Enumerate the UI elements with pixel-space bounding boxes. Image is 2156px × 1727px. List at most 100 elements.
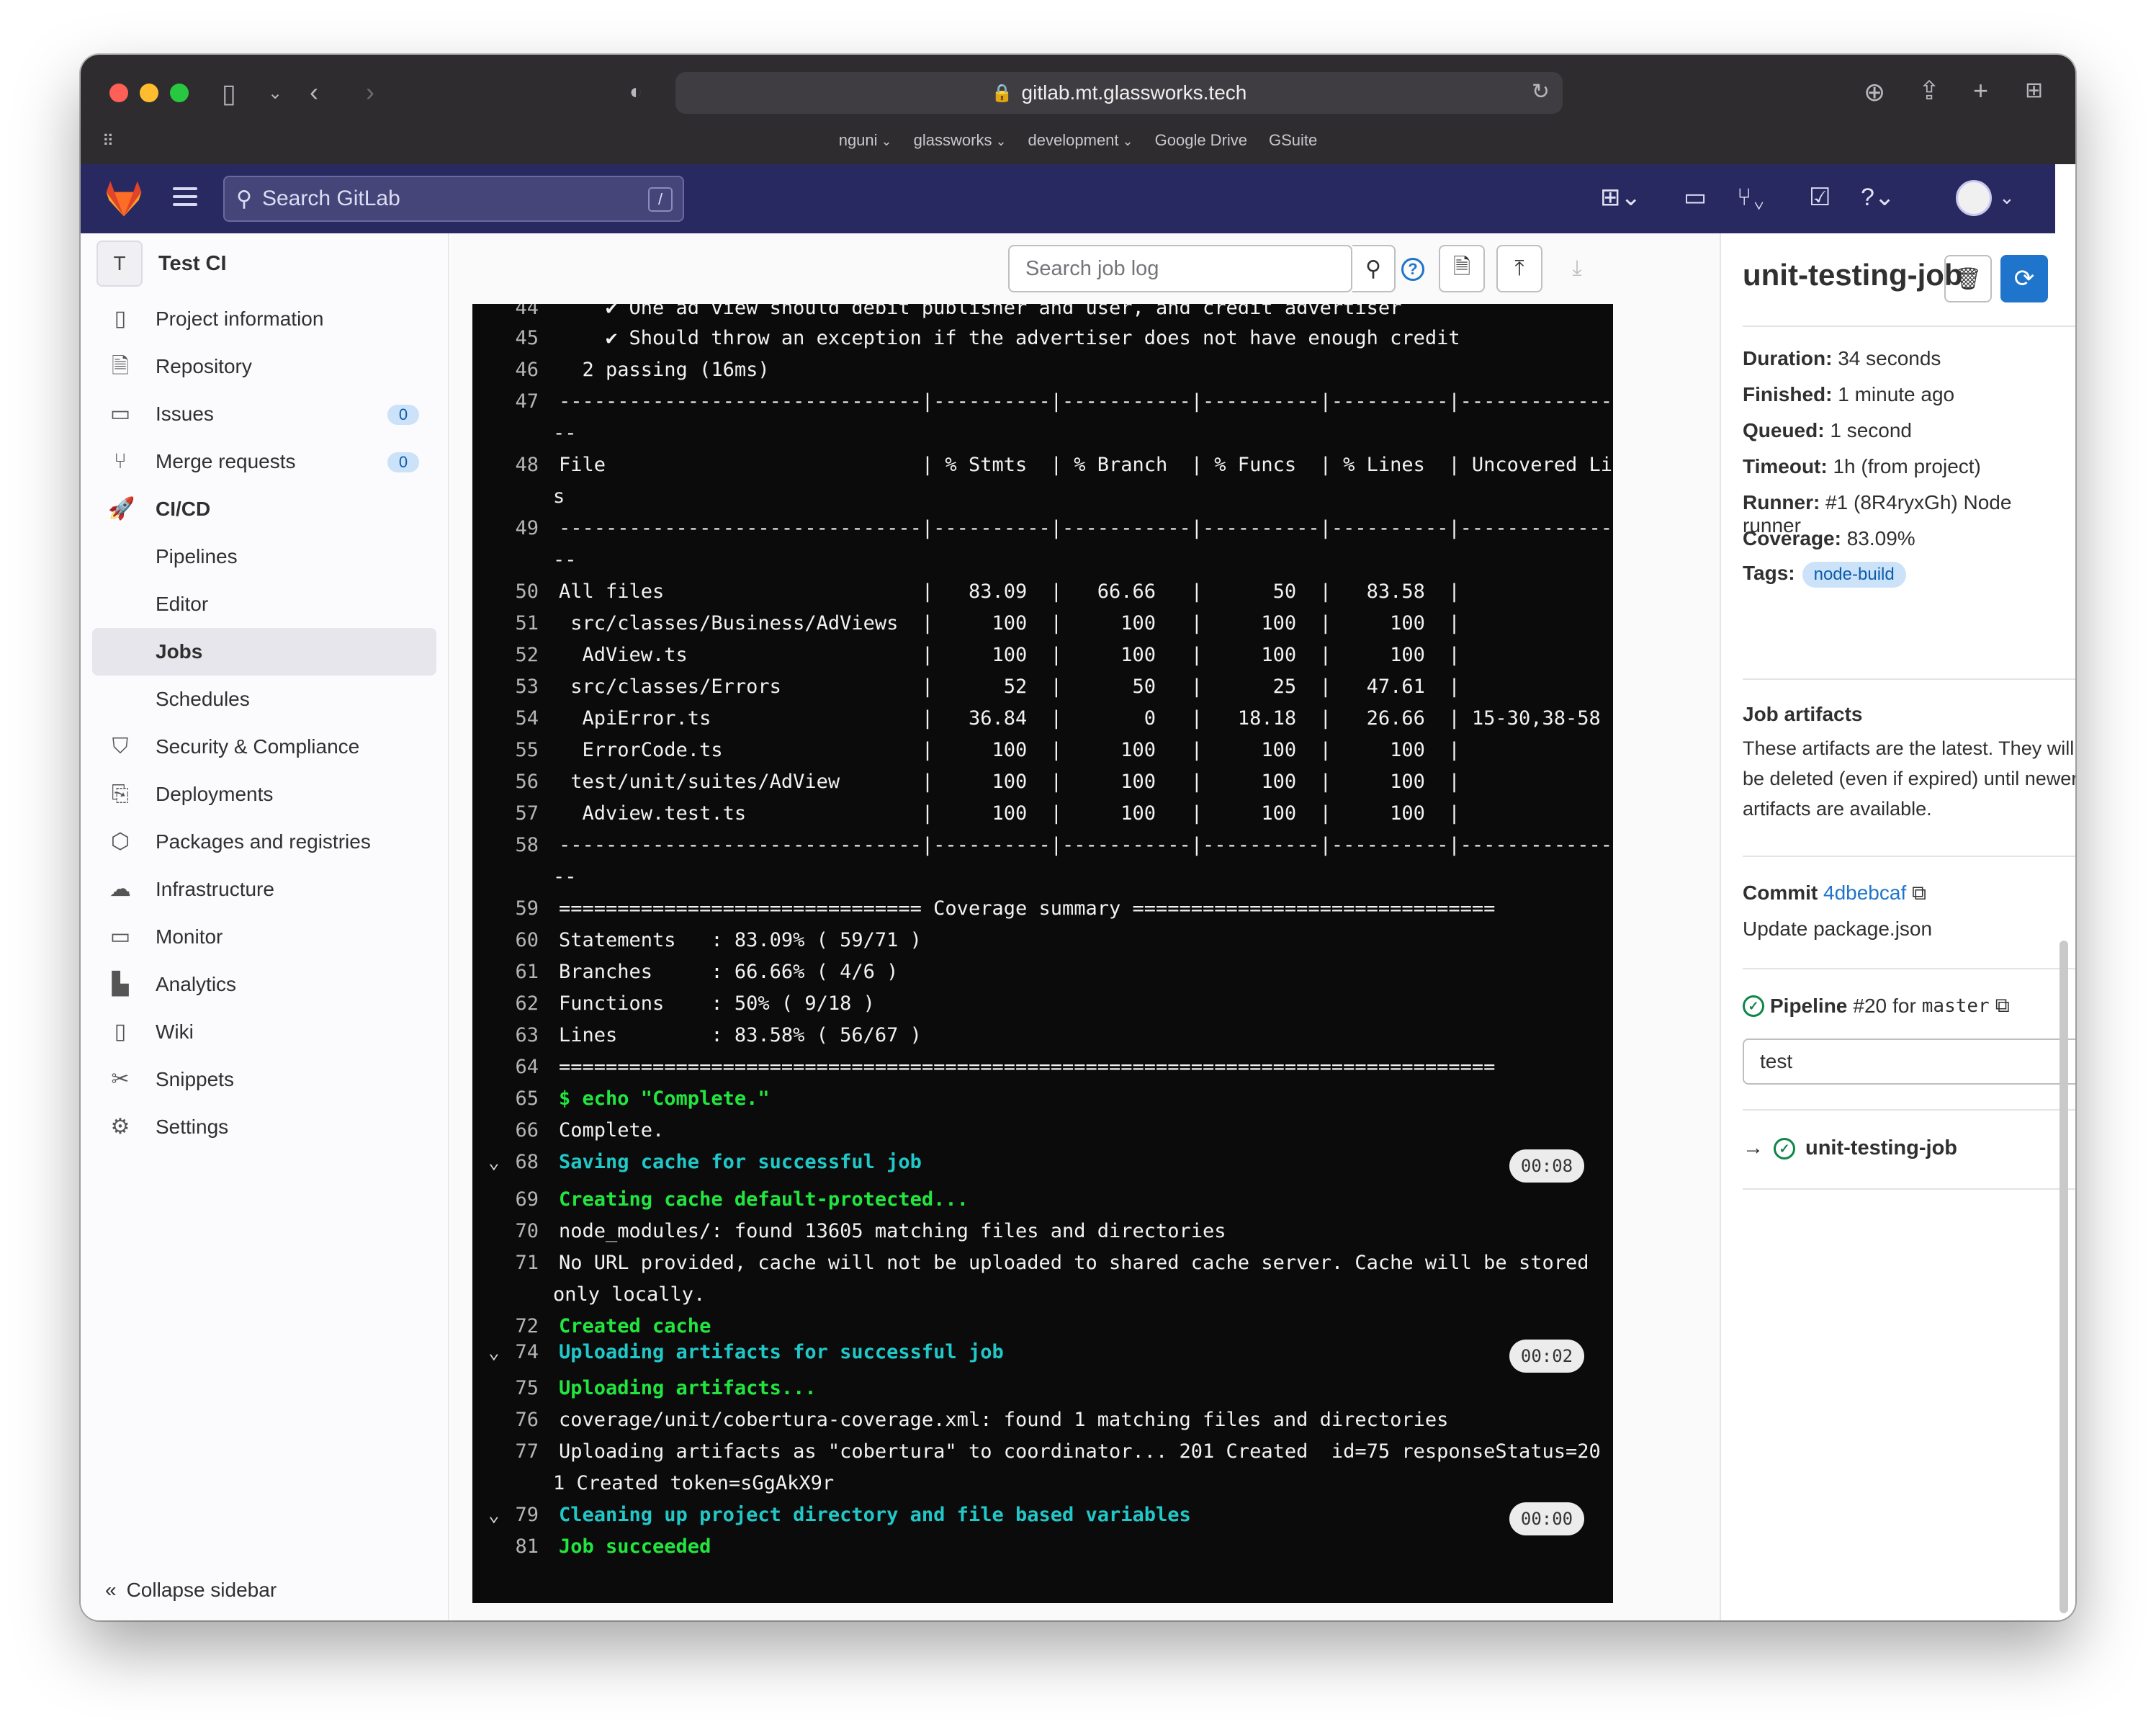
reload-icon[interactable]: ↻ xyxy=(1532,79,1550,104)
log-section-header[interactable]: ⌄ 79 Cleaning up project directory and fil… xyxy=(472,1501,1613,1530)
line-number[interactable]: 68 xyxy=(472,1148,559,1177)
line-number[interactable]: 81 xyxy=(472,1533,559,1561)
sidebar-toggle-icon[interactable]: ▯ xyxy=(222,79,236,108)
line-number[interactable]: 51 xyxy=(472,609,559,638)
chevron-down-icon[interactable]: ⌄ xyxy=(1999,183,2015,212)
sidebar-item-infrastructure[interactable]: ☁ Infrastructure xyxy=(92,866,436,913)
line-number[interactable]: 46 xyxy=(472,356,559,385)
job-list-item[interactable]: → ✓ unit-testing-job xyxy=(1743,1136,1957,1160)
bookmark-gsuite[interactable]: GSuite xyxy=(1269,131,1317,150)
sidebar-item-project-information[interactable]: ▯ Project information xyxy=(92,295,436,343)
share-icon[interactable]: ⇪ xyxy=(1918,76,1940,105)
stage-dropdown[interactable]: test ⌄ xyxy=(1743,1039,2075,1085)
line-number[interactable]: 76 xyxy=(472,1406,559,1435)
forward-icon[interactable]: › xyxy=(366,78,374,107)
sidebar-item-pipelines[interactable]: Pipelines xyxy=(92,533,436,580)
scrollbar[interactable] xyxy=(2060,941,2068,1613)
sidebar-item-packages-registries[interactable]: ⬡ Packages and registries xyxy=(92,818,436,866)
privacy-shield-icon[interactable]: ◐ xyxy=(629,78,642,107)
line-number[interactable]: 60 xyxy=(472,926,559,955)
search-gitlab-input[interactable]: ⚲ Search GitLab / xyxy=(223,176,684,222)
avatar[interactable] xyxy=(1956,180,1992,216)
sidebar-item-issues[interactable]: ▭ Issues 0 xyxy=(92,390,436,438)
sidebar-item-settings[interactable]: ⚙ Settings xyxy=(92,1103,436,1151)
line-number[interactable]: 64 xyxy=(472,1053,559,1082)
download-icon[interactable]: ⊕ xyxy=(1864,78,1885,107)
line-number[interactable]: 58 xyxy=(472,831,559,860)
sidebar-item-repository[interactable]: 🗎 Repository xyxy=(92,343,436,390)
line-number[interactable]: 59 xyxy=(472,894,559,923)
address-bar[interactable]: 🔒 gitlab.mt.glassworks.tech ↻ xyxy=(675,72,1563,114)
line-number[interactable]: 49 xyxy=(472,514,559,543)
line-number[interactable]: 72 xyxy=(472,1312,559,1341)
chevron-down-icon[interactable]: ⌄ xyxy=(268,79,282,108)
log-section-header[interactable]: ⌄ 68 Saving cache for successful job xyxy=(472,1148,1613,1177)
line-number[interactable]: 52 xyxy=(472,641,559,670)
erase-job-button[interactable]: 🗑 xyxy=(1944,255,1992,302)
zoom-window-button[interactable] xyxy=(170,84,189,102)
line-number[interactable]: 62 xyxy=(472,990,559,1018)
sidebar-item-snippets[interactable]: ✂ Snippets xyxy=(92,1056,436,1103)
chevron-down-icon[interactable]: ⌄ xyxy=(488,1148,500,1177)
new-tab-icon[interactable]: + xyxy=(1973,76,1988,105)
chevron-down-icon[interactable]: ⌄ xyxy=(488,1501,500,1530)
minimize-window-button[interactable] xyxy=(140,84,158,102)
tab-overview-icon[interactable]: ⊞ xyxy=(2025,76,2043,105)
copy-icon[interactable]: ⧉ xyxy=(1912,882,1926,904)
scroll-to-top-button[interactable]: ⤒ xyxy=(1496,245,1542,292)
sidebar-item-cicd[interactable]: 🚀 CI/CD xyxy=(92,485,436,533)
line-number[interactable]: 45 xyxy=(472,324,559,353)
line-number[interactable]: 61 xyxy=(472,958,559,987)
bookmark-glassworks[interactable]: glassworks xyxy=(914,131,1007,150)
line-number[interactable]: 63 xyxy=(472,1021,559,1050)
line-number[interactable]: 66 xyxy=(472,1116,559,1145)
sidebar-item-deployments[interactable]: ⎘ Deployments xyxy=(92,771,436,818)
line-number[interactable]: 77 xyxy=(472,1437,559,1466)
raw-log-button[interactable]: 🗎 xyxy=(1439,245,1485,292)
back-icon[interactable]: ‹ xyxy=(310,78,318,107)
line-number[interactable]: 47 xyxy=(472,387,559,416)
sidebar-item-wiki[interactable]: ▯ Wiki xyxy=(92,1008,436,1056)
search-icon[interactable]: ⚲ xyxy=(1352,245,1396,292)
log-section-header[interactable]: ⌄ 74 Uploading artifacts for successful jo… xyxy=(472,1338,1613,1367)
issues-icon[interactable]: ▭ xyxy=(1684,183,1707,212)
pipeline-label[interactable]: Pipeline xyxy=(1770,995,1847,1018)
line-number[interactable]: 65 xyxy=(472,1085,559,1113)
bookmark-nguni[interactable]: nguni xyxy=(839,131,892,150)
line-number[interactable]: 50 xyxy=(472,578,559,606)
line-number[interactable]: 44 xyxy=(472,304,559,323)
sidebar-item-merge-requests[interactable]: ⑂ Merge requests 0 xyxy=(92,438,436,485)
line-number[interactable]: 69 xyxy=(472,1185,559,1214)
line-number[interactable]: 71 xyxy=(472,1249,559,1278)
line-number[interactable]: 75 xyxy=(472,1374,559,1403)
todo-icon[interactable]: ☑ xyxy=(1809,183,1831,212)
bookmark-google-drive[interactable]: Google Drive xyxy=(1155,131,1247,150)
merge-requests-icon[interactable]: ⑂⌄ xyxy=(1737,183,1766,212)
line-number[interactable]: 57 xyxy=(472,799,559,828)
pipeline-id[interactable]: #20 xyxy=(1853,995,1887,1018)
menu-icon[interactable] xyxy=(173,187,197,209)
chevron-down-icon[interactable]: ⌄ xyxy=(488,1338,500,1367)
sidebar-item-monitor[interactable]: ▭ Monitor xyxy=(92,913,436,961)
line-number[interactable]: 56 xyxy=(472,768,559,797)
help-icon[interactable]: ?⌄ xyxy=(1861,183,1895,212)
sidebar-item-editor[interactable]: Editor xyxy=(92,580,436,628)
retry-job-button[interactable]: ⟳ xyxy=(2000,255,2048,302)
line-number[interactable]: 74 xyxy=(472,1338,559,1367)
sidebar-item-analytics[interactable]: ▙ Analytics xyxy=(92,961,436,1008)
collapse-sidebar-button[interactable]: « Collapse sidebar xyxy=(105,1579,277,1602)
copy-icon[interactable]: ⧉ xyxy=(1995,994,2010,1018)
line-number[interactable]: 48 xyxy=(472,451,559,480)
line-number[interactable]: 55 xyxy=(472,736,559,765)
pipeline-ref[interactable]: master xyxy=(1922,995,1990,1017)
gitlab-logo-icon[interactable] xyxy=(102,177,145,220)
sidebar-item-jobs[interactable]: Jobs xyxy=(92,628,436,676)
tag-badge[interactable]: node-build xyxy=(1802,562,1906,588)
sidebar-item-schedules[interactable]: Schedules xyxy=(92,676,436,723)
new-item-icon[interactable]: ⊞⌄ xyxy=(1600,183,1641,212)
line-number[interactable]: 54 xyxy=(472,704,559,733)
project-header[interactable]: T Test CI xyxy=(96,241,227,287)
bookmark-development[interactable]: development xyxy=(1028,131,1133,150)
search-job-log-input[interactable]: Search job log xyxy=(1008,245,1352,292)
commit-sha-link[interactable]: 4dbebcaf xyxy=(1823,882,1906,904)
